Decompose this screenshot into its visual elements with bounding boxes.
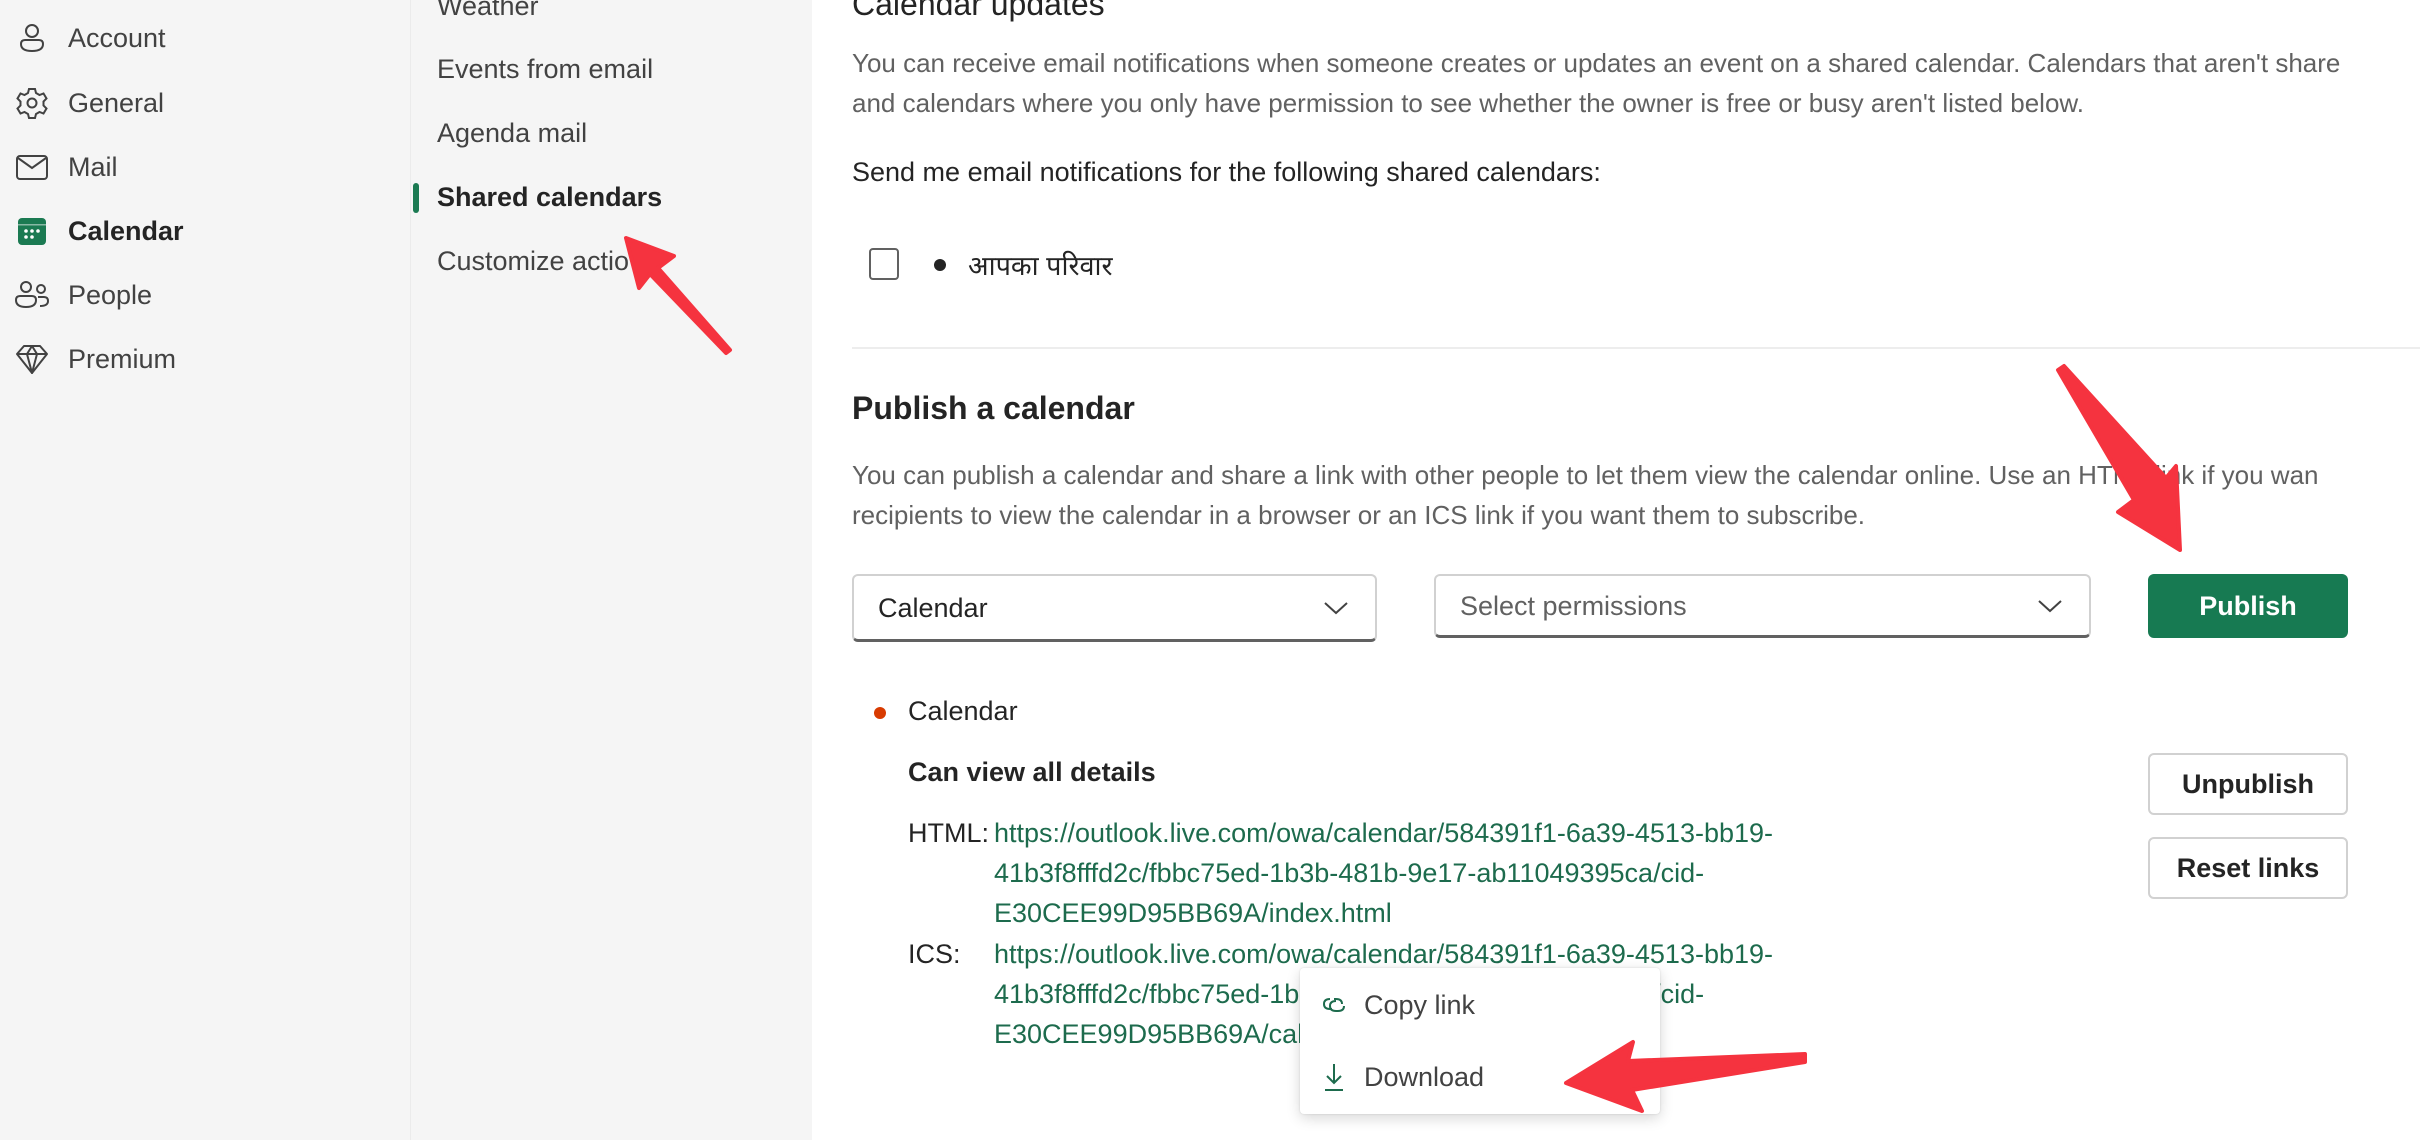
send-notifications-label: Send me email notifications for the foll… <box>852 157 1601 187</box>
calendar-subnav: Weather Events from email Agenda mail Sh… <box>410 0 812 1140</box>
sidebar-item-people[interactable]: People <box>0 267 410 323</box>
subnav-item-agenda-mail[interactable]: Agenda mail <box>411 105 813 161</box>
section-divider <box>852 347 2420 349</box>
published-permission-label: Can view all details <box>908 757 1156 787</box>
shared-calendar-name: आपका परिवार <box>968 251 1113 281</box>
menu-item-copy-link[interactable]: Copy link <box>1300 972 1660 1038</box>
subnav-item-label: Weather <box>437 0 539 21</box>
calendar-select-dropdown[interactable]: Calendar <box>852 574 1377 642</box>
subnav-item-events-from-email[interactable]: Events from email <box>411 41 813 97</box>
subnav-item-shared-calendars[interactable]: Shared calendars <box>411 169 813 225</box>
permissions-select-placeholder: Select permissions <box>1460 591 1687 621</box>
sidebar-item-mail[interactable]: Mail <box>0 139 410 195</box>
subnav-item-label: Shared calendars <box>437 181 663 212</box>
published-calendar-color-dot <box>874 707 886 719</box>
sidebar-item-label: Calendar <box>68 215 184 246</box>
html-link[interactable]: https://outlook.live.com/owa/calendar/58… <box>994 813 1773 933</box>
link-context-menu: Copy link Download <box>1300 968 1660 1114</box>
sidebar-item-calendar[interactable]: Calendar <box>0 203 410 259</box>
subnav-item-label: Customize actio <box>437 245 630 276</box>
publish-description-line1: You can publish a calendar and share a l… <box>852 460 2319 490</box>
subnav-item-weather[interactable]: Weather <box>411 0 813 34</box>
mail-icon <box>14 149 50 185</box>
shared-calendar-checkbox[interactable] <box>869 248 899 280</box>
menu-item-label: Copy link <box>1364 989 1476 1020</box>
publish-calendar-title: Publish a calendar <box>852 390 1135 426</box>
settings-sidebar: Account General Mail Calendar People Pre… <box>0 0 410 1140</box>
published-calendar-name: Calendar <box>908 696 1018 726</box>
publish-description-line2: recipients to view the calendar in a bro… <box>852 500 1866 530</box>
sidebar-item-label: Mail <box>68 151 118 182</box>
sidebar-item-label: General <box>68 87 165 118</box>
publish-button[interactable]: Publish <box>2148 574 2348 638</box>
calendar-select-value: Calendar <box>878 593 988 623</box>
html-link-label: HTML: <box>908 818 989 848</box>
subnav-item-label: Events from email <box>437 53 654 84</box>
sidebar-item-account[interactable]: Account <box>0 10 410 66</box>
sidebar-item-label: Account <box>68 22 166 53</box>
ics-link-label: ICS: <box>908 939 961 969</box>
unpublish-button[interactable]: Unpublish <box>2148 753 2348 815</box>
gear-icon <box>14 85 50 121</box>
html-link-line: https://outlook.live.com/owa/calendar/58… <box>994 818 1774 848</box>
html-link-line: E30CEE99D95BB69A/index.html <box>994 898 1392 928</box>
reset-links-button[interactable]: Reset links <box>2148 837 2348 899</box>
chevron-down-icon <box>2038 600 2062 613</box>
menu-item-download[interactable]: Download <box>1300 1044 1660 1110</box>
calendar-color-dot <box>934 259 946 271</box>
link-icon <box>1322 998 1345 1012</box>
subnav-item-label: Agenda mail <box>437 117 588 148</box>
people-icon <box>14 277 50 313</box>
download-icon <box>1325 1064 1343 1091</box>
chevron-down-icon <box>1324 602 1348 615</box>
diamond-icon <box>14 341 50 377</box>
sidebar-item-label: Premium <box>68 343 177 374</box>
calendar-updates-description-line1: You can receive email notifications when… <box>852 48 2341 78</box>
sidebar-item-general[interactable]: General <box>0 75 410 131</box>
calendar-updates-title: Calendar updates <box>852 0 1105 22</box>
html-link-line: 41b3f8fffd2c/fbbc75ed-1b3b-481b-9e17-ab1… <box>994 858 1705 888</box>
calendar-updates-description-line2: and calendars where you only have permis… <box>852 88 2084 118</box>
person-icon <box>14 20 50 56</box>
active-indicator <box>413 183 419 213</box>
calendar-icon <box>14 213 50 249</box>
permissions-select-dropdown[interactable]: Select permissions <box>1434 574 2091 638</box>
sidebar-item-label: People <box>68 279 153 310</box>
menu-item-label: Download <box>1364 1061 1485 1092</box>
sidebar-item-premium[interactable]: Premium <box>0 331 410 387</box>
subnav-item-customize-actions[interactable]: Customize actio <box>411 233 813 289</box>
